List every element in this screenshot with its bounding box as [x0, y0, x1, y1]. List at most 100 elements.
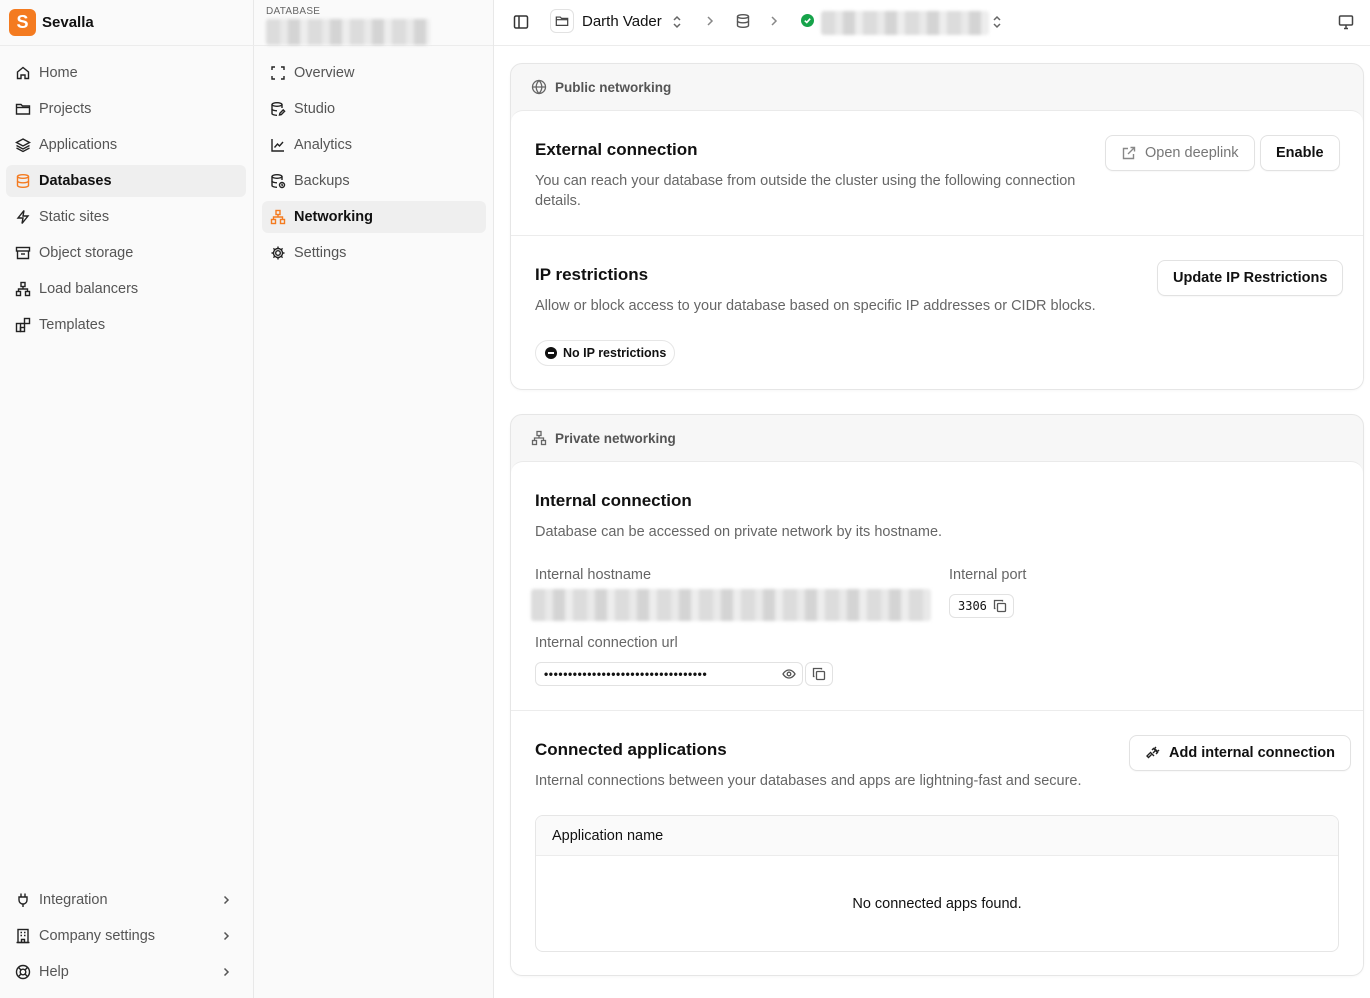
add-internal-connection-button[interactable]: Add internal connection — [1129, 735, 1351, 771]
button-label: Update IP Restrictions — [1173, 270, 1328, 286]
port-label: Internal port — [949, 567, 1027, 583]
bolt-icon — [15, 209, 31, 225]
table-empty-state: No connected apps found. — [852, 895, 1022, 912]
section-description: You can reach your database from outside… — [535, 173, 1076, 209]
private-networking-card: Private networking Internal connection D… — [510, 414, 1364, 976]
folder-icon — [15, 101, 31, 117]
sidebar-item-company-settings[interactable]: Company settings — [6, 920, 232, 952]
database-edit-icon — [270, 101, 286, 117]
table-header: Application name — [536, 816, 1338, 856]
database-switcher-redacted[interactable] — [821, 11, 989, 35]
sidebar-item-integration[interactable]: Integration — [6, 884, 232, 916]
sidebar-item-static-sites[interactable]: Static sites — [6, 201, 246, 233]
masked-url: •••••••••••••••••••••••••••••••••• — [544, 667, 708, 681]
ip-restrictions-section: IP restrictions Allow or block access to… — [511, 236, 1363, 389]
sidebar-item-label: Applications — [39, 137, 118, 153]
plug-icon — [15, 892, 31, 908]
section-title: External connection — [535, 140, 698, 159]
sidebar-bottom-nav: Integration Company settings Help — [6, 884, 232, 992]
chevron-right-icon — [705, 15, 715, 27]
sidebar-item-label: Object storage — [39, 245, 134, 261]
card-body: External connection You can reach your d… — [511, 110, 1363, 389]
chevron-right-icon — [220, 930, 232, 942]
network-icon — [270, 209, 286, 225]
tab-settings[interactable]: Settings — [262, 237, 486, 269]
connected-apps-table: Application name No connected apps found… — [535, 815, 1339, 952]
update-ip-restrictions-button[interactable]: Update IP Restrictions — [1157, 260, 1344, 296]
blocks-icon — [15, 317, 31, 333]
card-title: Public networking — [555, 79, 672, 95]
connected-applications-section: Connected applications Internal connecti… — [511, 711, 1363, 975]
chevron-right-icon — [220, 966, 232, 978]
public-networking-card: Public networking External connection Yo… — [510, 63, 1364, 390]
card-header: Public networking — [511, 64, 1363, 110]
chevrons-up-down-icon[interactable] — [671, 14, 683, 30]
top-bar: Darth Vader — [494, 0, 1370, 46]
section-title: Connected applications — [535, 740, 727, 759]
connection-url-field[interactable]: •••••••••••••••••••••••••••••••••• — [535, 662, 803, 686]
sidebar-item-help[interactable]: Help — [6, 956, 232, 988]
badge-label: No IP restrictions — [563, 346, 667, 360]
tab-overview[interactable]: Overview — [262, 57, 486, 89]
sidebar-item-home[interactable]: Home — [6, 57, 246, 89]
open-deeplink-button[interactable]: Open deeplink — [1105, 135, 1255, 171]
database-nav: Overview Studio Analytics Backups Networ… — [262, 57, 486, 273]
network-icon — [531, 430, 547, 446]
copy-icon[interactable] — [993, 599, 1007, 613]
network-icon — [15, 281, 31, 297]
tab-studio[interactable]: Studio — [262, 93, 486, 125]
hostname-value-redacted[interactable] — [531, 589, 931, 621]
home-icon — [15, 65, 31, 81]
sidebar-item-object-storage[interactable]: Object storage — [6, 237, 246, 269]
column-header-application-name[interactable]: Application name — [552, 828, 663, 844]
lifebuoy-icon — [15, 964, 31, 980]
button-label: Enable — [1276, 145, 1324, 161]
layers-icon — [15, 137, 31, 153]
sidebar-item-load-balancers[interactable]: Load balancers — [6, 273, 246, 305]
database-kicker: DATABASE — [266, 6, 321, 17]
section-title: IP restrictions — [535, 265, 649, 284]
card-body: Internal connection Database can be acce… — [511, 461, 1363, 975]
sidebar-item-label: Projects — [39, 101, 92, 117]
copy-url-button[interactable] — [805, 662, 833, 686]
sidebar-item-label: Company settings — [39, 928, 156, 944]
section-description: Allow or block access to your database b… — [535, 298, 1096, 314]
tab-label: Networking — [294, 209, 373, 225]
tab-label: Settings — [294, 245, 347, 261]
tab-networking[interactable]: Networking — [262, 201, 486, 233]
chevron-right-icon — [769, 15, 779, 27]
archive-icon — [15, 245, 31, 261]
brand[interactable]: S Sevalla — [0, 0, 254, 46]
project-folder-icon[interactable] — [550, 9, 574, 33]
tab-label: Analytics — [294, 137, 353, 153]
button-label: Add internal connection — [1169, 745, 1335, 761]
section-description: Internal connections between your databa… — [535, 773, 1082, 789]
tab-backups[interactable]: Backups — [262, 165, 486, 197]
tab-analytics[interactable]: Analytics — [262, 129, 486, 161]
chevron-right-icon — [220, 894, 232, 906]
status-check-icon — [801, 14, 814, 27]
port-text: 3306 — [958, 599, 987, 613]
section-title: Internal connection — [535, 491, 692, 510]
port-value[interactable]: 3306 — [949, 594, 1014, 618]
sidebar-item-label: Home — [39, 65, 78, 81]
database-name-redacted — [266, 19, 430, 45]
sidebar-item-label: Help — [39, 964, 69, 980]
sidebar-item-projects[interactable]: Projects — [6, 93, 246, 125]
card-header: Private networking — [511, 415, 1363, 461]
sidebar-item-applications[interactable]: Applications — [6, 129, 246, 161]
database-header: DATABASE — [254, 0, 493, 46]
sidebar-item-databases[interactable]: Databases — [6, 165, 246, 197]
enable-button[interactable]: Enable — [1260, 135, 1340, 171]
monitor-icon[interactable] — [1337, 13, 1355, 31]
status-badge: No IP restrictions — [535, 340, 676, 366]
sidebar-toggle-icon[interactable] — [512, 13, 530, 31]
eye-icon[interactable] — [782, 667, 796, 681]
project-switcher[interactable]: Darth Vader — [582, 13, 662, 30]
sidebar-item-templates[interactable]: Templates — [6, 309, 246, 341]
chevrons-up-down-icon[interactable] — [991, 14, 1003, 30]
tab-label: Studio — [294, 101, 336, 117]
tab-label: Overview — [294, 65, 355, 81]
database-backup-icon — [270, 173, 286, 189]
database-icon[interactable] — [735, 13, 751, 29]
